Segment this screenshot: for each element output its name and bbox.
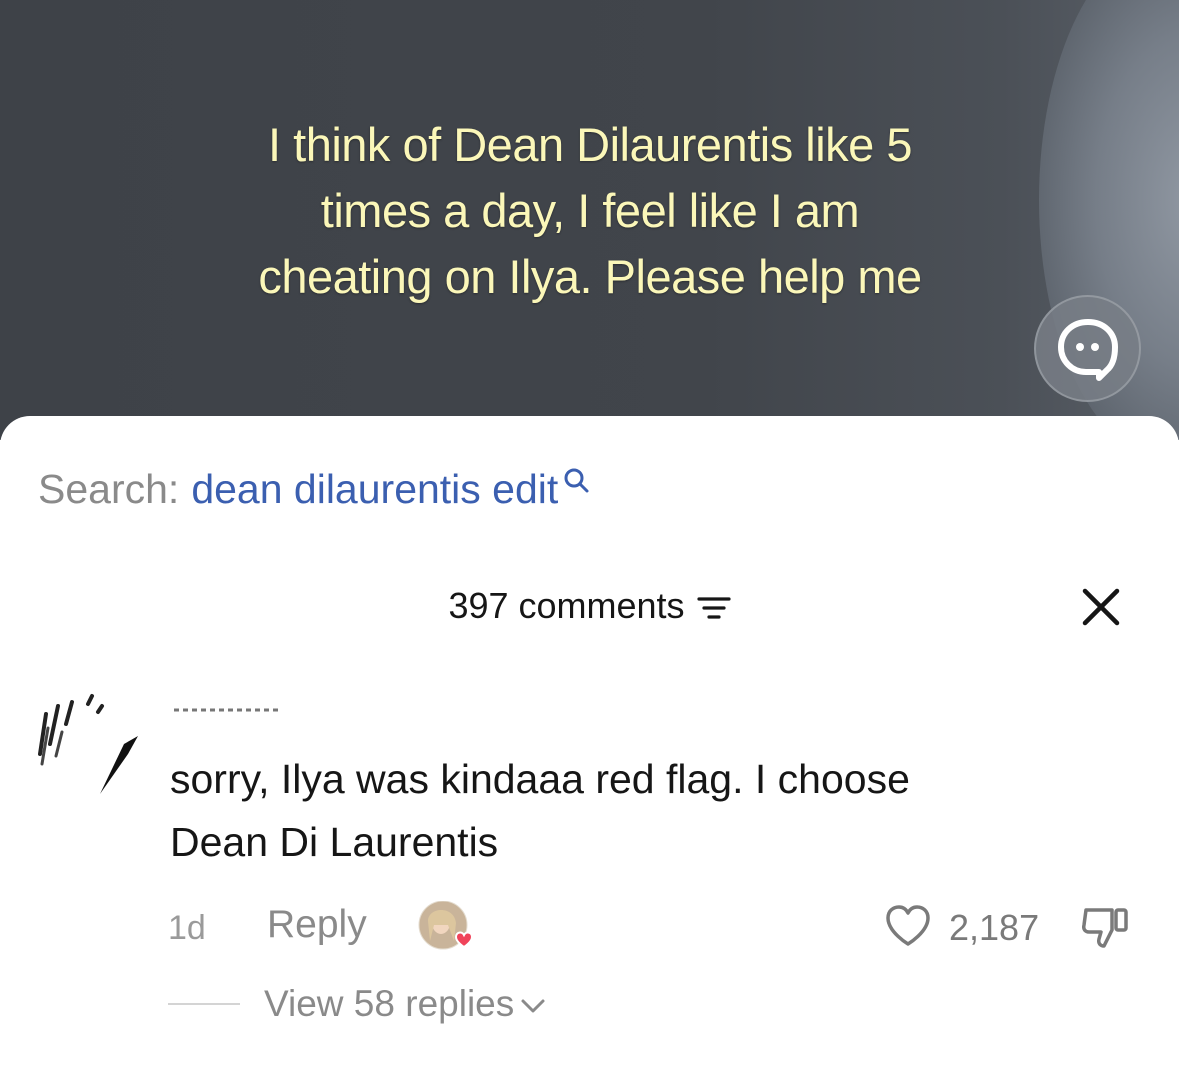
search-suggestion[interactable]: Search: dean dilaurentis edit bbox=[38, 464, 590, 514]
avatar[interactable] bbox=[28, 684, 148, 804]
view-replies-row[interactable]: View 58 replies bbox=[168, 981, 768, 1027]
video-player[interactable]: I think of Dean Dilaurentis like 5 times… bbox=[0, 0, 1179, 440]
comments-sheet: Search: dean dilaurentis edit 397 commen… bbox=[0, 416, 1179, 1070]
thumbs-down-icon bbox=[1082, 908, 1128, 948]
view-replies-button[interactable]: View 58 replies bbox=[264, 983, 514, 1025]
search-prefix: Search: bbox=[38, 466, 180, 512]
chat-bubble-icon bbox=[1057, 318, 1118, 381]
search-icon[interactable] bbox=[562, 466, 590, 494]
close-icon bbox=[1082, 588, 1120, 626]
creator-liked-avatar-icon bbox=[418, 901, 474, 950]
like-count: 2,187 bbox=[949, 907, 1040, 948]
heart-icon bbox=[886, 905, 930, 946]
caption-line: I think of Dean Dilaurentis like 5 bbox=[268, 118, 912, 171]
username-obscured[interactable] bbox=[172, 692, 282, 716]
reply-button[interactable]: Reply bbox=[267, 903, 367, 947]
comment-time: 1d bbox=[168, 909, 206, 947]
like-button[interactable] bbox=[883, 901, 933, 951]
comment-text: sorry, Ilya was kindaaa red flag. I choo… bbox=[170, 748, 1070, 874]
sort-icon[interactable] bbox=[696, 594, 731, 622]
search-query-link[interactable]: dean dilaurentis edit bbox=[191, 464, 558, 514]
caption-line: cheating on Ilya. Please help me bbox=[258, 250, 922, 303]
chevron-down-icon bbox=[521, 999, 545, 1013]
comments-header: 397 comments bbox=[0, 583, 1179, 629]
chat-button[interactable] bbox=[1034, 295, 1141, 402]
dislike-button[interactable] bbox=[1078, 901, 1134, 951]
comment-line: Dean Di Laurentis bbox=[170, 819, 499, 865]
close-button[interactable] bbox=[1078, 584, 1124, 630]
video-caption: I think of Dean Dilaurentis like 5 times… bbox=[120, 112, 1060, 310]
replies-divider bbox=[168, 1003, 240, 1005]
comments-count: 397 comments bbox=[448, 585, 685, 626]
comment-actions: 1d Reply 2,187 bbox=[168, 901, 1148, 951]
caption-line: times a day, I feel like I am bbox=[320, 184, 860, 237]
comment-line: sorry, Ilya was kindaaa red flag. I choo… bbox=[170, 756, 910, 802]
